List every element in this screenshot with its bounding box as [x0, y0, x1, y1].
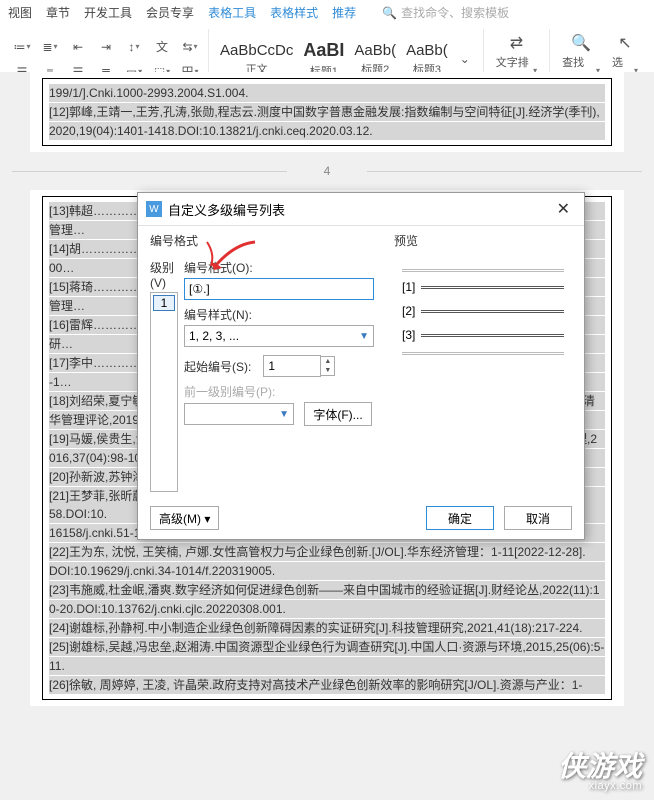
menu-tabs: 视图 章节 开发工具 会员专享 表格工具 表格样式 推荐 🔍 查找命令、搜索模板 [0, 0, 654, 25]
indent-inc-btn[interactable]: ⇥ [94, 36, 118, 58]
cursor-icon: ↖ [612, 32, 638, 54]
ref-line[interactable]: 11. [49, 657, 605, 675]
ref-line[interactable]: 199/1/].Cnki.1000-2993.2004.S1.004. [49, 84, 605, 102]
level-label: 级别(V) [150, 259, 178, 290]
search-box[interactable]: 🔍 查找命令、搜索模板 [382, 4, 509, 21]
prev-level-label: 前一级别编号(P): [184, 383, 374, 400]
ref-line[interactable]: [25]谢雄标,吴越,冯忠垒,赵湘涛.中国资源型企业绿色行为调查研究[J].中国… [49, 638, 605, 656]
bullet-list-btn[interactable]: ≔▾ [10, 36, 34, 58]
cancel-button[interactable]: 取消 [504, 506, 572, 530]
ref-line[interactable]: [23]韦施威,杜金岷,潘爽.数字经济如何促进绿色创新——来自中国城市的经验证据… [49, 581, 605, 599]
linespace-btn[interactable]: ↕▾ [122, 36, 146, 58]
number-format-input[interactable] [184, 278, 374, 300]
section-preview-label: 预览 [394, 232, 572, 249]
indent-dec-btn[interactable]: ⇤ [66, 36, 90, 58]
spinner-buttons[interactable]: ▲▼ [321, 356, 335, 376]
app-icon: W [146, 201, 162, 217]
preview-pane: [1] [2] [3] [394, 253, 572, 403]
number-list-btn[interactable]: ≣▾ [38, 36, 62, 58]
multilevel-list-dialog: W 自定义多级编号列表 ✕ 编号格式 级别(V) 1 编号格式(O): 编号样式… [137, 192, 585, 540]
ref-line[interactable]: 0-20.DOI:10.13762/j.cnki.cjlc.20220308.0… [49, 600, 605, 618]
page-top: 199/1/].Cnki.1000-2993.2004.S1.004. [12]… [30, 72, 624, 152]
ref-line[interactable]: [26]徐敏, 周婷婷, 王凌, 许晶荣.政府支持对高技术产业绿色创新效率的影响… [49, 676, 605, 694]
section-format-label: 编号格式 [150, 232, 374, 249]
tab-recommend[interactable]: 推荐 [332, 4, 356, 21]
tab-view[interactable]: 视图 [8, 4, 32, 21]
page-number: 4 [0, 158, 654, 184]
start-label: 起始编号(S): [184, 358, 251, 375]
reference-box-top[interactable]: 199/1/].Cnki.1000-2993.2004.S1.004. [12]… [42, 78, 612, 146]
tab-vip[interactable]: 会员专享 [146, 4, 194, 21]
number-style-combo[interactable]: 1, 2, 3, ...▼ [184, 325, 374, 347]
numstyle-label: 编号样式(N): [184, 306, 374, 323]
ok-button[interactable]: 确定 [426, 506, 494, 530]
level-list[interactable]: 1 [150, 292, 178, 492]
tab-table-style[interactable]: 表格样式 [270, 4, 318, 21]
tab-chapter[interactable]: 章节 [46, 4, 70, 21]
tab-btn[interactable]: ⇆▾ [178, 36, 202, 58]
layout-icon: ⇄ [503, 32, 529, 54]
dialog-titlebar: W 自定义多级编号列表 ✕ [138, 193, 584, 226]
chevron-down-icon: ▼ [359, 331, 369, 342]
close-button[interactable]: ✕ [551, 199, 576, 219]
tab-dev[interactable]: 开发工具 [84, 4, 132, 21]
prev-level-combo: ▼ [184, 403, 294, 425]
ref-line[interactable]: [24]谢雄标,孙静柯.中小制造企业绿色创新障碍因素的实证研究[J].科技管理研… [49, 619, 605, 637]
start-number-spinner[interactable]: ▲▼ [263, 355, 335, 377]
numfmt-label: 编号格式(O): [184, 259, 374, 276]
cjk-btn[interactable]: 文 [150, 36, 174, 58]
advanced-button[interactable]: 高级(M) ▾ [150, 506, 219, 530]
search-icon: 🔍 [568, 32, 594, 54]
dialog-title-text: 自定义多级编号列表 [168, 200, 285, 219]
ref-line[interactable]: 2020,19(04):1401-1418.DOI:10.13821/j.cnk… [49, 122, 605, 140]
search-icon: 🔍 [382, 6, 397, 20]
font-button[interactable]: 字体(F)... [304, 402, 372, 426]
ref-line[interactable]: [12]郭峰,王靖一,王芳,孔涛,张勋,程志云.测度中国数字普惠金融发展:指数编… [49, 103, 605, 121]
tab-table-tools[interactable]: 表格工具 [208, 4, 256, 21]
ref-line[interactable]: [22]王为东, 沈悦, 王笑楠, 卢娜.女性高管权力与企业绿色创新.[J/OL… [49, 543, 605, 561]
style-more-btn[interactable]: ⌄ [453, 48, 477, 70]
start-number-input[interactable] [263, 355, 321, 377]
level-item-1[interactable]: 1 [153, 295, 175, 311]
ref-line[interactable]: DOI:10.19629/j.cnki.34-1014/f.220319005. [49, 562, 605, 580]
